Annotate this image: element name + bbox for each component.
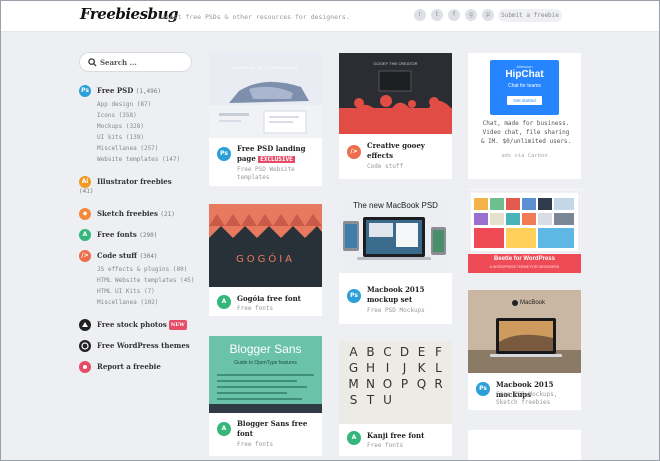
category-label: Free PSD [97,86,134,95]
card-thumbnail[interactable]: Beetle for WordPress A WORDPRESS THEME F… [468,188,581,273]
subcategory-app-design[interactable]: App design (87) [97,101,151,108]
category-count: (41) [79,188,94,195]
category-count: (290) [139,232,158,239]
freebie-card[interactable]: GOOEY THE CREATOR /> Creative gooey effe… [339,53,452,179]
thumbnail-text: MacBook [520,300,546,306]
photoshop-icon: Ps [79,85,91,97]
card-title[interactable]: Gogóia free font [237,294,301,304]
card-category[interactable]: Free fonts [367,442,403,450]
alert-icon [79,361,91,373]
subcategory-html-templates[interactable]: HTML Website templates (45) [97,277,195,284]
hipchat-banner[interactable]: Atlassian HipChat Chat for teams Get sta… [490,60,559,115]
card-category[interactable]: Free PSD Mockups, Sketch freebies [496,391,578,407]
category-label: Illustrator freebies [97,177,172,186]
card-thumbnail[interactable]: WORKING WITH BROCHURE [209,53,322,138]
ad-tagline: Chat for teams [508,83,541,89]
subcategory-html-ui-kits[interactable]: HTML UI Kits (7) [97,288,155,295]
freebie-card[interactable]: Blogger Sans Guide to OpenType features … [209,336,322,456]
subcategory-icons[interactable]: Icons (358) [97,112,137,119]
top-bar: Freebiesbug Latest free PSDs & other res… [0,0,660,32]
pinterest-icon[interactable]: p [482,9,494,21]
card-title[interactable]: Kanji free font [367,431,424,441]
subcategory-mockups[interactable]: Mockups (328) [97,123,144,130]
card-thumbnail[interactable]: GOOEY THE CREATOR [339,53,452,134]
freebie-card-partial[interactable] [468,430,581,461]
link-label: Report a freebie [97,362,161,371]
photoshop-icon: Ps [347,289,361,303]
facebook-icon[interactable]: f [448,9,460,21]
card-thumbnail[interactable]: MacBook [468,290,581,373]
wordpress-icon [79,340,91,352]
subcategory-ui-kits[interactable]: UI kits (139) [97,134,144,141]
card-thumbnail[interactable]: Blogger Sans Guide to OpenType features [209,336,322,413]
new-badge: NEW [168,320,187,330]
photoshop-icon: Ps [217,147,231,161]
camera-icon [79,319,91,331]
sponsor-ad[interactable]: Atlassian HipChat Chat for teams Get sta… [468,53,581,179]
freebie-card[interactable]: WORKING WITH BROCHURE Ps Free PSD landin… [209,53,322,186]
ad-cta-button[interactable]: Get started [507,96,542,105]
freebie-card[interactable]: ABCDEF GHIJKL MNOPQR STU A Kanji free fo… [339,341,452,456]
subcategory-js-effects[interactable]: JS effects & plugins (80) [97,266,187,273]
category-label: Sketch freebies [97,209,158,218]
freebie-card[interactable]: Beetle for WordPress A WORDPRESS THEME F… [468,188,581,273]
freebie-card[interactable]: MacBook Ps Macbook 2015 mockups Free PSD… [468,290,581,410]
search-box [79,52,192,72]
exclusive-badge: EXCLUSIVE [258,156,295,163]
code-icon: /> [79,250,91,262]
category-count: (21) [160,211,175,218]
card-title[interactable]: Creative gooey effects [367,141,447,161]
ad-text[interactable]: Chat, made for business. Video chat, fil… [480,119,572,146]
font-icon: A [217,422,231,436]
letter-grid: ABCDEF GHIJKL MNOPQR STU [348,345,443,407]
card-title[interactable]: Macbook 2015 mockup set [367,285,447,305]
freebie-card[interactable]: GOGÓIA A Gogóia free font Free fonts [209,204,322,316]
thumbnail-text: GOGÓIA [235,254,296,265]
card-title[interactable]: Free PSD landing page EXCLUSIVE [237,144,319,165]
submit-freebie-button[interactable]: Submit a freebie [498,9,562,22]
category-count: (304) [139,253,158,260]
card-category[interactable]: Free PSD Website templates [237,166,317,182]
link-label: Free stock photos [97,320,167,329]
subcategory-website-templates[interactable]: Website templates (147) [97,156,180,163]
google-plus-icon[interactable]: g [465,9,477,21]
thumbnail-text: GOOEY THE CREATOR [373,61,418,66]
thumbnail-text: Beetle for WordPress [494,256,555,262]
link-label: Free WordPress themes [97,341,190,350]
card-title[interactable]: Blogger Sans free font [237,419,317,439]
thumbnail-text: WORKING WITH BROCHURE [232,65,299,70]
font-icon: A [347,431,361,445]
category-count: (1,496) [135,88,162,95]
photoshop-icon: Ps [476,382,490,396]
thumbnail-subtext: A WORDPRESS THEME FOR DESIGNERS [489,265,560,269]
card-thumbnail[interactable]: The new MacBook PSD [339,197,452,273]
card-category[interactable]: Free PSD Mockups [367,307,425,315]
card-category[interactable]: Code stuff [367,163,403,171]
card-category[interactable]: Free fonts [237,305,273,313]
rss-icon[interactable]: r [414,9,426,21]
font-icon: A [79,229,91,241]
code-icon: /> [347,145,361,159]
card-thumbnail[interactable]: ABCDEF GHIJKL MNOPQR STU [339,341,452,424]
site-tagline: Latest free PSDs & other resources for d… [158,13,350,21]
card-category[interactable]: Free fonts [237,441,273,449]
search-input[interactable] [100,56,188,69]
freebie-card[interactable]: The new MacBook PSD Ps Macbook 2015 mock… [339,197,452,324]
subcategory-code-miscellanea[interactable]: Miscellanea (102) [97,299,158,306]
twitter-icon[interactable]: t [431,9,443,21]
category-label: Code stuff [97,251,138,260]
search-icon[interactable] [88,58,97,67]
sketch-icon: ◆ [79,208,91,220]
subcategory-miscellanea[interactable]: Miscellanea (257) [97,145,158,152]
category-label: Free fonts [97,230,137,239]
ad-attribution[interactable]: ads via Carbon [468,153,581,159]
ad-brand: HipChat [505,69,544,80]
card-thumbnail[interactable]: GOGÓIA [209,204,322,287]
font-icon: A [217,295,231,309]
